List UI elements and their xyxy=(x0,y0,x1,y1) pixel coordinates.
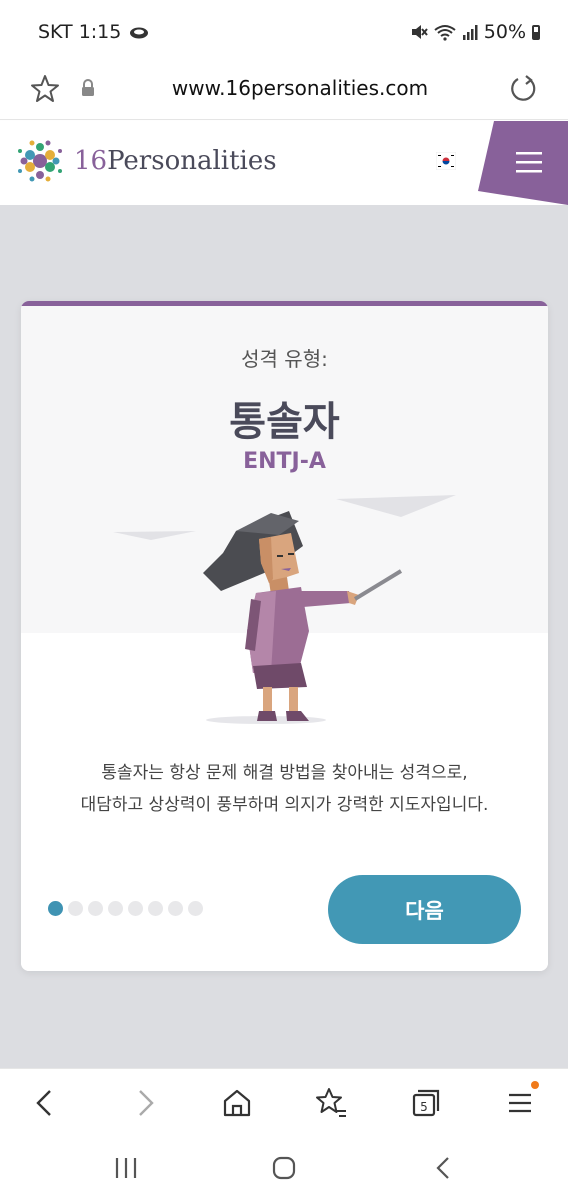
status-left: SKT 1:15 xyxy=(38,21,149,43)
mute-icon xyxy=(411,25,428,39)
tabs-button[interactable]: 5 xyxy=(407,1085,443,1121)
lock-icon xyxy=(82,79,94,96)
pager-dot[interactable] xyxy=(188,901,203,916)
bookmarks-icon[interactable] xyxy=(313,1085,349,1121)
signal-icon xyxy=(462,25,478,40)
logo-number: 16 xyxy=(74,146,108,176)
personality-description: 통솔자는 항상 문제 해결 방법을 찾아내는 성격으로, 대담하고 상상력이 풍… xyxy=(21,757,548,821)
description-line-2: 대담하고 상상력이 풍부하며 의지가 강력한 지도자입니다. xyxy=(80,795,489,815)
menu-icon xyxy=(509,1093,531,1113)
status-right: 50% xyxy=(410,21,540,43)
tabs-icon: 5 xyxy=(412,1089,440,1117)
commander-illustration xyxy=(113,495,456,724)
site-header: 16Personalities xyxy=(0,121,568,205)
home-icon[interactable] xyxy=(219,1085,255,1121)
back-icon[interactable] xyxy=(28,1085,64,1121)
personality-title: 통솔자 xyxy=(229,399,340,445)
pager-dot[interactable] xyxy=(168,901,183,916)
result-card: 성격 유형: 통솔자 ENTJ-A 통솔자는 항상 문제 해결 방법을 찾아내는… xyxy=(21,301,548,971)
pager-dot[interactable] xyxy=(88,901,103,916)
menu-button[interactable] xyxy=(503,1081,539,1121)
back-nav-icon[interactable] xyxy=(429,1154,459,1182)
carrier-time: SKT 1:15 xyxy=(38,21,122,43)
forward-icon[interactable] xyxy=(126,1085,162,1121)
browser-toolbar: 5 xyxy=(0,1068,568,1136)
pager-dot[interactable] xyxy=(68,901,83,916)
hamburger-menu-icon[interactable] xyxy=(478,121,568,205)
pager-dots xyxy=(48,901,203,916)
site-logo[interactable]: 16Personalities xyxy=(12,133,277,189)
personality-label: 성격 유형: xyxy=(241,347,328,371)
bookmark-star-icon[interactable] xyxy=(28,72,62,106)
battery-icon xyxy=(532,24,540,40)
home-circle-icon[interactable] xyxy=(269,1154,299,1182)
description-line-1: 통솔자는 항상 문제 해결 방법을 찾아내는 성격으로, xyxy=(101,763,468,783)
pager-dot[interactable] xyxy=(108,901,123,916)
logo-word: Personalities xyxy=(107,146,277,176)
pager-dot[interactable] xyxy=(128,901,143,916)
pager-dot-active[interactable] xyxy=(48,901,63,916)
system-nav-bar xyxy=(0,1136,568,1200)
logo-text: 16Personalities xyxy=(74,146,277,176)
recents-icon[interactable] xyxy=(111,1154,141,1182)
reload-icon[interactable] xyxy=(506,72,540,106)
address-bar: www.16personalities.com xyxy=(0,62,568,120)
pager-dot[interactable] xyxy=(148,901,163,916)
battery-percent: 50% xyxy=(483,21,526,43)
status-bar: SKT 1:15 50% xyxy=(0,0,568,62)
url-field[interactable]: www.16personalities.com xyxy=(110,76,490,100)
personality-code: ENTJ-A xyxy=(243,449,326,474)
wifi-icon xyxy=(434,25,456,41)
next-button[interactable]: 다음 xyxy=(328,875,521,944)
notification-dot xyxy=(531,1081,539,1089)
cloud-icon xyxy=(130,27,149,39)
tab-count: 5 xyxy=(420,1100,428,1114)
korea-flag-icon[interactable] xyxy=(436,152,456,170)
logo-dots-icon xyxy=(18,140,62,182)
card-accent-bar xyxy=(21,301,548,306)
